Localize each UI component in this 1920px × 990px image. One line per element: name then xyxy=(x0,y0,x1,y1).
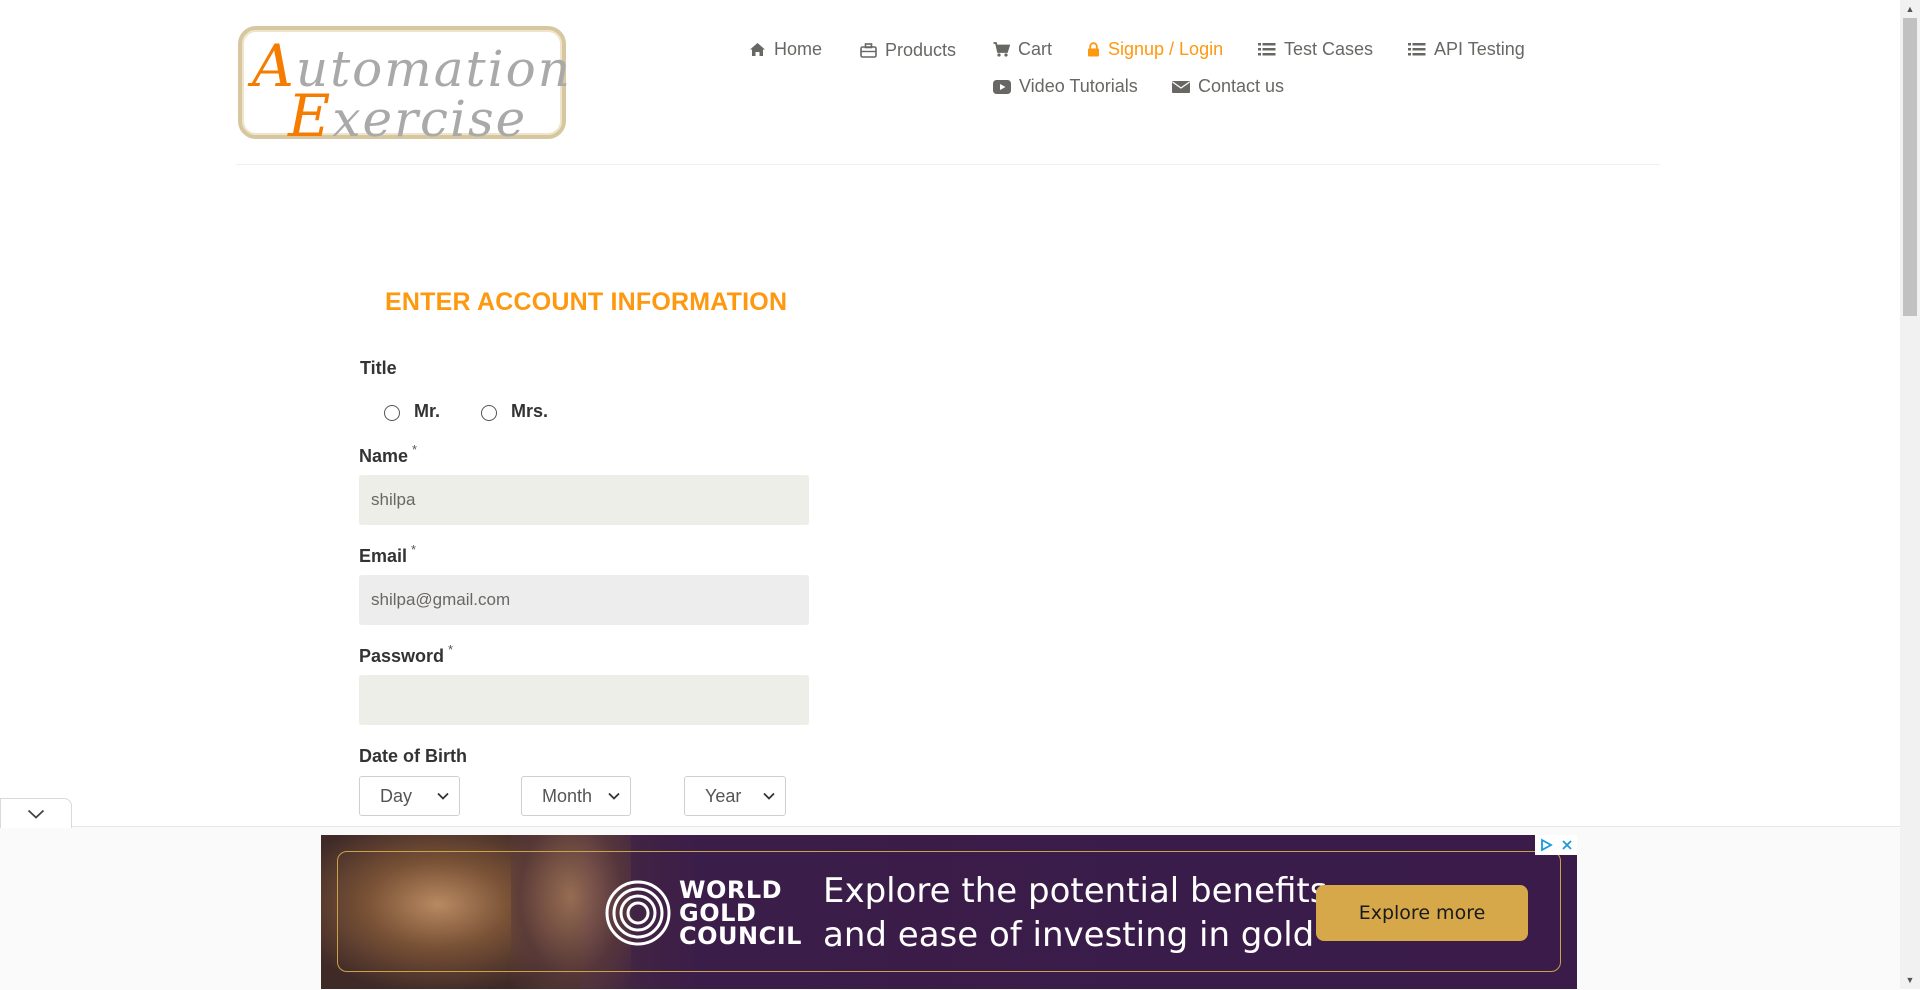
chevron-down-icon xyxy=(437,792,449,800)
scrollbar-thumb[interactable] xyxy=(1903,18,1917,316)
chevron-down-icon xyxy=(763,792,775,800)
youtube-play-icon xyxy=(993,79,1011,94)
nav-api-testing-label: API Testing xyxy=(1434,39,1525,59)
form-heading: ENTER ACCOUNT INFORMATION xyxy=(385,288,788,316)
nav-test-cases-label: Test Cases xyxy=(1284,39,1374,59)
close-icon[interactable] xyxy=(1561,839,1573,851)
ad-collapse-button[interactable] xyxy=(0,798,72,828)
dob-day-value: Day xyxy=(380,785,413,806)
password-input[interactable] xyxy=(359,675,809,725)
nav-signup-login-label: Signup / Login xyxy=(1108,39,1224,59)
nav-video-tutorials[interactable]: Video Tutorials xyxy=(993,76,1138,97)
title-mr-label[interactable]: Mr. xyxy=(414,401,440,422)
lock-icon xyxy=(1088,42,1099,57)
dob-label: Date of Birth xyxy=(359,746,467,766)
briefcase-icon xyxy=(860,43,877,58)
list-icon xyxy=(1408,43,1426,56)
nav-contact-us-label: Contact us xyxy=(1198,76,1285,96)
required-mark: * xyxy=(412,442,418,457)
dob-year-select[interactable]: Year xyxy=(684,776,786,816)
dob-month-select[interactable]: Month xyxy=(521,776,631,816)
ad-headline: Explore the potential benefits and ease … xyxy=(823,869,1327,957)
name-label: Name * xyxy=(359,442,417,467)
dob-year-value: Year xyxy=(705,785,742,806)
title-mr-radio[interactable] xyxy=(384,405,400,421)
email-input[interactable]: shilpa@gmail.com xyxy=(359,575,809,625)
required-mark: * xyxy=(411,542,417,557)
password-label-text: Password xyxy=(359,646,445,666)
ad-banner[interactable]: WORLD GOLD COUNCIL Explore the potential… xyxy=(321,835,1577,989)
nav-contact-us[interactable]: Contact us xyxy=(1172,76,1284,97)
email-label: Email * xyxy=(359,542,416,567)
scroll-down-arrow-icon[interactable]: ▼ xyxy=(1900,971,1920,989)
nav-signup-login[interactable]: Signup / Login xyxy=(1087,39,1223,60)
name-input[interactable]: shilpa xyxy=(359,475,809,525)
nav-video-tutorials-label: Video Tutorials xyxy=(1019,76,1138,96)
nav-home-label: Home xyxy=(774,39,823,59)
chevron-down-icon xyxy=(27,809,45,819)
ad-brand-line: COUNCIL xyxy=(679,922,802,950)
nav-cart[interactable]: Cart xyxy=(993,39,1052,60)
logo-line-exercise: Exercise xyxy=(288,82,527,150)
title-mrs-label[interactable]: Mrs. xyxy=(511,401,548,422)
logo-cap-e: E xyxy=(288,82,333,150)
name-label-text: Name xyxy=(359,446,409,466)
nav-home[interactable]: Home xyxy=(749,39,822,60)
email-input-value: shilpa@gmail.com xyxy=(371,590,511,609)
cart-icon xyxy=(993,42,1010,57)
name-input-value: shilpa xyxy=(371,490,416,509)
password-label: Password * xyxy=(359,642,453,667)
home-icon xyxy=(750,43,765,56)
nav-test-cases[interactable]: Test Cases xyxy=(1258,39,1373,60)
ad-headline-line: and ease of investing in gold xyxy=(823,915,1315,955)
list-icon xyxy=(1258,43,1276,56)
email-label-text: Email xyxy=(359,546,408,566)
dob-month-value: Month xyxy=(542,785,593,806)
ad-choices[interactable] xyxy=(1535,835,1577,855)
required-mark: * xyxy=(448,642,454,657)
envelope-icon xyxy=(1172,80,1190,93)
logo-text-exercise: xercise xyxy=(332,90,528,148)
header-divider xyxy=(236,164,1660,165)
adchoices-icon[interactable] xyxy=(1539,838,1553,852)
nav-cart-label: Cart xyxy=(1018,39,1053,59)
nav-products-label: Products xyxy=(885,40,957,60)
ad-brand-name: WORLD GOLD COUNCIL xyxy=(679,878,802,950)
ad-explore-more-button[interactable]: Explore more xyxy=(1316,885,1528,941)
nav-products[interactable]: Products xyxy=(860,40,956,61)
dob-day-select[interactable]: Day xyxy=(359,776,460,816)
world-gold-council-logo-icon xyxy=(605,880,671,946)
scroll-up-arrow-icon[interactable]: ▲ xyxy=(1900,0,1920,18)
title-label: Title xyxy=(360,358,397,378)
site-logo[interactable]: Automation Exercise xyxy=(238,26,570,150)
chevron-down-icon xyxy=(608,792,620,800)
ad-headline-line: Explore the potential benefits xyxy=(823,871,1328,911)
title-mrs-radio[interactable] xyxy=(481,405,497,421)
nav-api-testing[interactable]: API Testing xyxy=(1408,39,1525,60)
